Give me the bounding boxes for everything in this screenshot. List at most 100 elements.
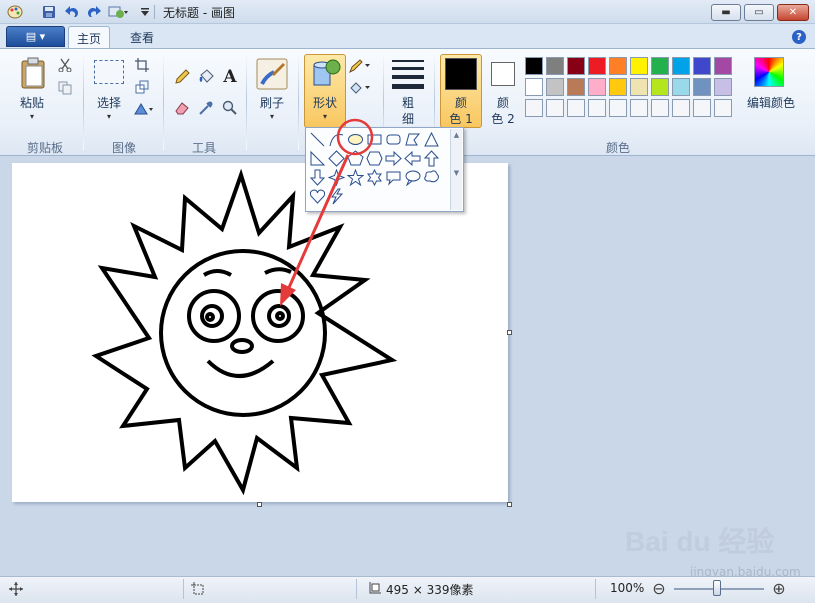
scroll-down-icon[interactable]: ▼ [451,169,462,177]
zoom-in-button[interactable]: ⊕ [770,579,788,598]
paint-menu-button[interactable]: ▤ ▾ [6,26,65,47]
palette-color-row2-9[interactable] [693,78,711,96]
resize-handle-right[interactable] [507,330,512,335]
shapes-scrollbar[interactable]: ▲ ▼ [450,129,462,210]
up-arrow-shape-icon[interactable] [422,149,441,168]
six-point-star-shape-icon[interactable] [365,168,384,187]
palette-color-9[interactable] [693,57,711,75]
brushes-label[interactable]: 刷子 [252,94,292,111]
zoom-out-button[interactable]: ⊖ [650,579,668,598]
custom-color-slot-1[interactable] [525,99,543,117]
redo-icon[interactable] [85,3,103,21]
size-icon[interactable] [392,58,424,90]
palette-color-row2-6[interactable] [630,78,648,96]
palette-color-8[interactable] [672,57,690,75]
cloud-callout-shape-icon[interactable] [422,168,441,187]
text-icon[interactable]: A [220,67,240,87]
custom-color-slot-7[interactable] [651,99,669,117]
paste-label[interactable]: 粘贴 [12,94,52,111]
palette-color-row2-8[interactable] [672,78,690,96]
brushes-dropdown-icon[interactable]: ▾ [267,112,277,121]
eraser-icon[interactable] [172,98,192,118]
copy-icon[interactable] [57,80,73,96]
palette-color-2[interactable] [546,57,564,75]
zoom-slider-thumb[interactable] [713,580,721,596]
custom-color-slot-4[interactable] [588,99,606,117]
pentagon-shape-icon[interactable] [346,149,365,168]
palette-color-7[interactable] [651,57,669,75]
diamond-shape-icon[interactable] [327,149,346,168]
fill-style-icon[interactable] [348,80,372,96]
shapes-label[interactable]: 形状 [305,94,345,111]
minimize-button[interactable]: ▬ [711,4,741,21]
paste-icon[interactable] [18,56,48,90]
shapes-icon[interactable] [308,57,342,89]
customize-toolbar-icon[interactable] [136,3,154,21]
custom-color-slot-10[interactable] [714,99,732,117]
four-point-star-shape-icon[interactable] [327,168,346,187]
color2-label-line2[interactable]: 色 2 [483,110,523,127]
heart-shape-icon[interactable] [308,187,327,206]
select-icon[interactable] [94,60,124,84]
oval-shape-icon[interactable] [346,130,365,149]
rectangle-shape-icon[interactable] [365,130,384,149]
brushes-icon[interactable] [255,57,289,91]
right-triangle-shape-icon[interactable] [308,149,327,168]
curve-shape-icon[interactable] [327,130,346,149]
oval-callout-shape-icon[interactable] [403,168,422,187]
custom-color-slot-9[interactable] [693,99,711,117]
color2-label-line1[interactable]: 颜 [483,94,523,111]
paste-dropdown-icon[interactable]: ▾ [27,112,37,121]
pencil-icon[interactable] [172,67,192,87]
select-dropdown-icon[interactable]: ▾ [104,112,114,121]
line-shape-icon[interactable] [308,130,327,149]
edit-colors-icon[interactable] [754,57,784,87]
close-button[interactable]: ✕ [777,4,809,21]
maximize-button[interactable]: ▭ [744,4,774,21]
palette-color-row2-10[interactable] [714,78,732,96]
palette-color-row2-3[interactable] [567,78,585,96]
custom-color-slot-8[interactable] [672,99,690,117]
crop-icon[interactable] [134,57,150,73]
tab-view[interactable]: 查看 [122,26,162,49]
save-icon[interactable] [40,3,58,21]
color-picker-icon[interactable] [196,98,216,118]
help-icon[interactable]: ? [792,30,806,44]
rotate-icon[interactable] [132,101,156,117]
custom-color-slot-2[interactable] [546,99,564,117]
select-label[interactable]: 选择 [89,94,129,111]
palette-color-1[interactable] [525,57,543,75]
hexagon-shape-icon[interactable] [365,149,384,168]
tab-home[interactable]: 主页 [68,26,110,49]
palette-color-row2-1[interactable] [525,78,543,96]
palette-color-5[interactable] [609,57,627,75]
triangle-shape-icon[interactable] [422,130,441,149]
palette-color-3[interactable] [567,57,585,75]
polygon-shape-icon[interactable] [403,130,422,149]
palette-color-row2-2[interactable] [546,78,564,96]
palette-color-row2-4[interactable] [588,78,606,96]
color2-swatch[interactable] [491,62,515,86]
edit-colors-label[interactable]: 编辑颜色 [740,94,802,111]
outline-icon[interactable] [348,58,372,74]
left-arrow-shape-icon[interactable] [403,149,422,168]
custom-color-slot-6[interactable] [630,99,648,117]
size-label-line1[interactable]: 粗 [388,94,428,111]
palette-color-10[interactable] [714,57,732,75]
rounded-rectangle-shape-icon[interactable] [384,130,403,149]
lightning-shape-icon[interactable] [327,187,346,206]
resize-icon[interactable] [134,79,150,95]
fill-icon[interactable] [196,67,216,87]
shapes-dropdown-icon[interactable]: ▾ [320,112,330,121]
palette-color-row2-5[interactable] [609,78,627,96]
magnifier-icon[interactable] [220,98,240,118]
custom-color-slot-5[interactable] [609,99,627,117]
palette-color-4[interactable] [588,57,606,75]
scroll-up-icon[interactable]: ▲ [451,131,462,139]
down-arrow-shape-icon[interactable] [308,168,327,187]
undo-icon[interactable] [63,3,81,21]
rounded-callout-shape-icon[interactable] [384,168,403,187]
palette-color-6[interactable] [630,57,648,75]
resize-handle-corner[interactable] [507,502,512,507]
cut-icon[interactable] [57,57,73,73]
